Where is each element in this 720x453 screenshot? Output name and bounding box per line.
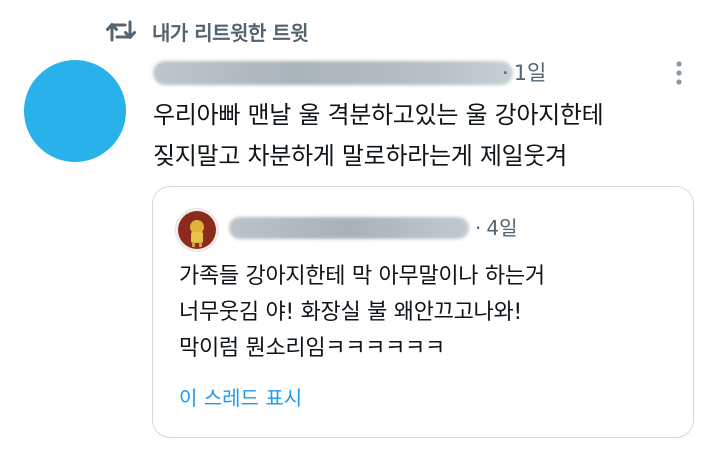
show-thread-link[interactable]: 이 스레드 표시 bbox=[179, 383, 302, 413]
redacted-quoted-author-name bbox=[229, 217, 469, 239]
retweet-context[interactable]: 내가 리트윗한 트윗 bbox=[106, 16, 309, 46]
tweet-text: 우리아빠 맨날 울 격분하고있는 울 강아지한테 짖지말고 차분하게 말로하라는… bbox=[153, 95, 708, 177]
quoted-tweet-meta: · 4일 bbox=[475, 212, 517, 244]
retweet-icon bbox=[106, 18, 136, 44]
more-vertical-icon[interactable] bbox=[670, 58, 688, 88]
author-avatar[interactable] bbox=[24, 60, 126, 162]
tweet-text-line: 우리아빠 맨날 울 격분하고있는 울 강아지한테 bbox=[153, 101, 604, 129]
tweet-meta: · 1일 bbox=[502, 56, 546, 90]
quoted-tweet-card[interactable]: · 4일 가족들 강아지한테 막 아무말이나 하는거 너무웃김 야! 화장실 불 … bbox=[152, 186, 694, 438]
time-separator: · bbox=[475, 216, 482, 240]
quoted-text-line: 너무웃김 야! 화장실 불 왜안끄고나와! bbox=[179, 300, 522, 325]
time-separator: · bbox=[502, 61, 509, 85]
retweet-label: 내가 리트윗한 트윗 bbox=[152, 20, 309, 45]
redacted-author-name bbox=[153, 61, 513, 85]
quoted-text-line: 막이럼 뭔소리임ㅋㅋㅋㅋㅋㅋ bbox=[179, 336, 445, 361]
quoted-tweet-timestamp[interactable]: 4일 bbox=[486, 216, 517, 240]
tweet-timestamp[interactable]: 1일 bbox=[514, 61, 547, 85]
tweet-text-line: 짖지말고 차분하게 말로하라는게 제일웃겨 bbox=[153, 142, 568, 170]
quoted-tweet-text: 가족들 강아지한테 막 아무말이나 하는거 너무웃김 야! 화장실 불 왜안끄고… bbox=[179, 259, 679, 367]
quoted-author-avatar[interactable] bbox=[175, 208, 219, 252]
quoted-text-line: 가족들 강아지한테 막 아무말이나 하는거 bbox=[179, 264, 545, 289]
